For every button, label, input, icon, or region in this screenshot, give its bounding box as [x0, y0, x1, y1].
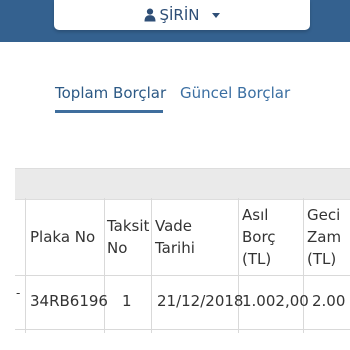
tab-toplam-borclar[interactable]: Toplam Borçlar [55, 84, 167, 113]
header-taksit-no-line1: Taksit [107, 217, 150, 235]
header-asil-borc-line3: (TL) [242, 250, 272, 268]
user-name: ŞİRİN [159, 6, 200, 24]
header-asil-borc-line2: Borç [242, 228, 276, 246]
cell-gecikme: 2.00 [312, 292, 346, 310]
column-divider [151, 198, 152, 333]
chevron-down-icon [211, 12, 220, 18]
header-gecikme-line2: Zam [307, 228, 342, 246]
active-tab-indicator [55, 110, 163, 113]
tab-label: Toplam Borçlar [55, 84, 167, 102]
table-header-band [15, 168, 350, 200]
header-gecikme-line3: (TL) [307, 250, 337, 268]
user-dropdown[interactable]: ŞİRİN [54, 0, 310, 30]
header-divider [15, 275, 350, 276]
cell-taksit: 1 [122, 292, 132, 310]
tab-label: Güncel Borçlar [180, 84, 291, 102]
tab-guncel-borclar[interactable]: Güncel Borçlar [180, 84, 290, 102]
header-gecikme-line1: Geci [307, 206, 341, 224]
header-taksit-no-line2: No [107, 239, 128, 257]
header-plaka-no: Plaka No [30, 228, 96, 246]
column-divider [25, 198, 26, 333]
top-bar: ŞİRİN [0, 0, 350, 42]
row-divider [15, 329, 350, 330]
header-asil-borc-line1: Asıl [242, 206, 269, 224]
cell-asil-borc: 1.002,00 [242, 292, 309, 310]
debts-table: Plaka No Taksit No Vade Tarihi Asıl Borç… [0, 198, 350, 350]
header-vade-tarihi-line2: Tarihi [155, 239, 195, 257]
header-vade-tarihi-line1: Vade [155, 217, 193, 235]
cell-plaka: 34RB6196 [30, 292, 108, 310]
cell-vade: 21/12/2018 [157, 292, 244, 310]
user-icon [144, 8, 156, 22]
row-marker: - [16, 286, 21, 300]
